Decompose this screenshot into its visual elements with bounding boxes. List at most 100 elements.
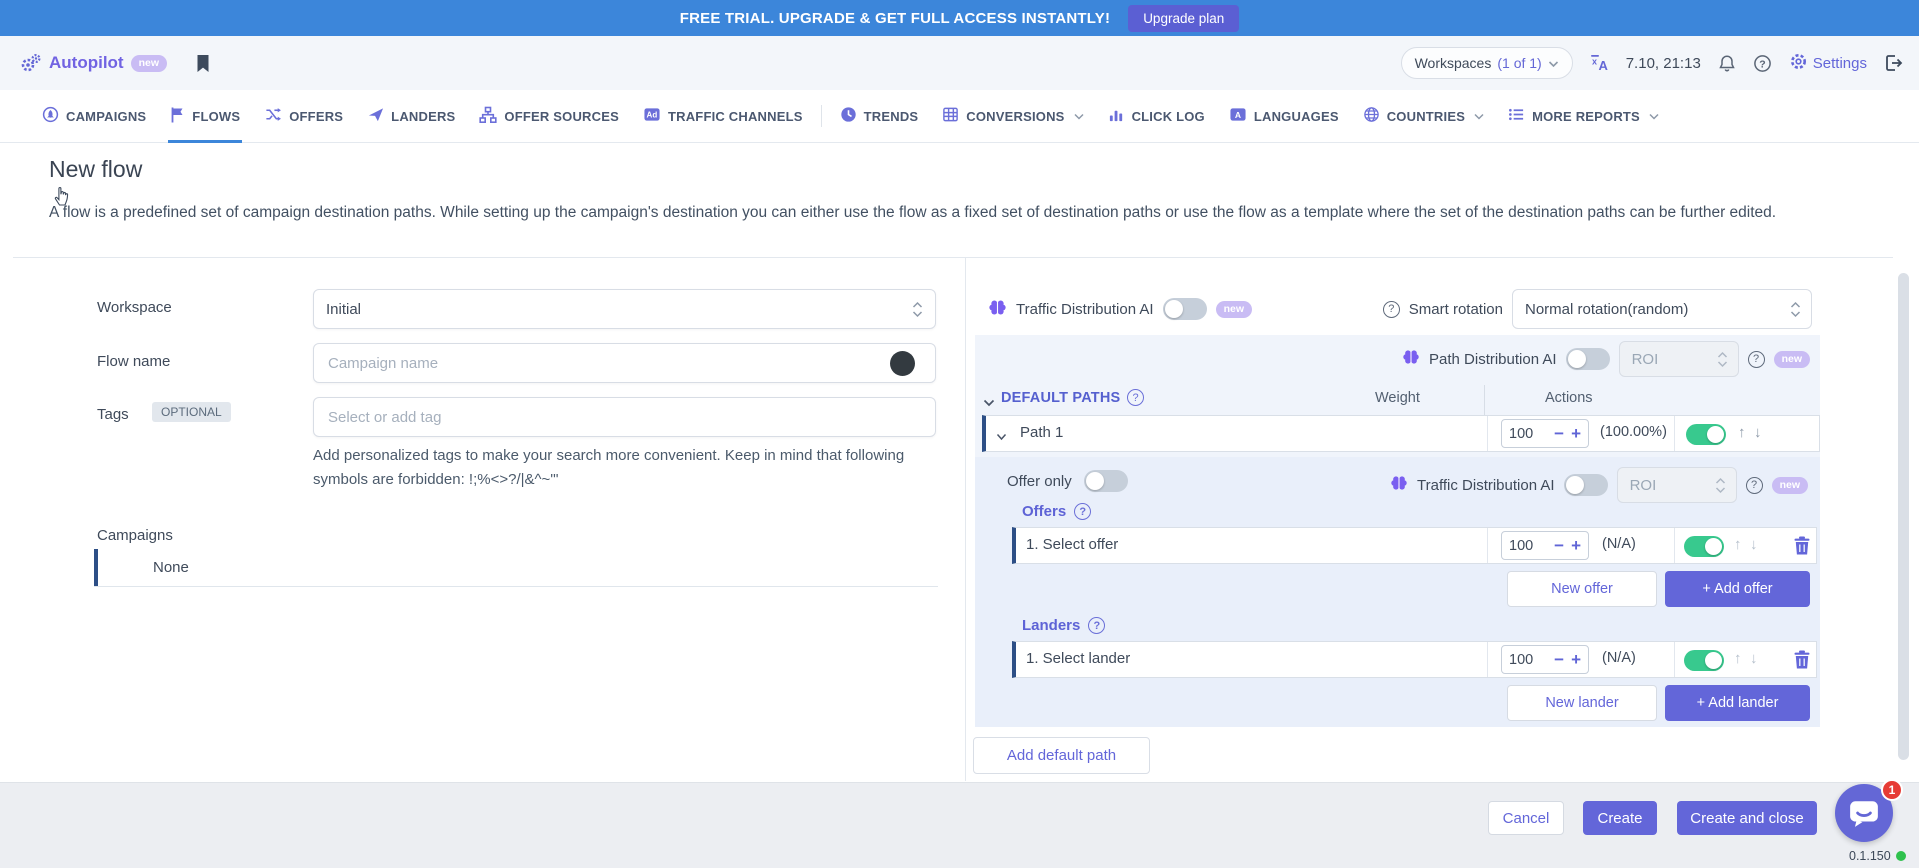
nav-label: LANDERS (391, 109, 455, 124)
arrow-up-icon[interactable]: ↑ (1734, 650, 1742, 667)
nav-conversions[interactable]: CONVERSIONS (930, 90, 1095, 142)
svg-text:A: A (1598, 58, 1608, 72)
minus-icon[interactable]: − (1554, 651, 1564, 668)
notification-badge: 1 (1881, 779, 1903, 801)
question-circle-icon[interactable]: ? (1074, 503, 1091, 520)
chevron-down-icon[interactable] (996, 428, 1007, 446)
toggle-knob (1705, 538, 1722, 555)
nav-traffic-channels[interactable]: Ad TRAFFIC CHANNELS (631, 90, 815, 142)
bar-chart-icon (1108, 106, 1125, 126)
translate-icon[interactable]: xA (1590, 54, 1609, 72)
app-header: Autopilot new Workspaces (1 of 1) xA 7.1… (0, 36, 1919, 90)
flow-name-label: Flow name (97, 353, 170, 370)
nav-trends[interactable]: TRENDS (828, 90, 931, 142)
minus-icon[interactable]: − (1554, 425, 1564, 442)
path-ai-row: Path Distribution AI ROI ? new (1402, 340, 1810, 378)
vertical-scrollbar[interactable] (1898, 273, 1909, 760)
path-row[interactable]: Path 1 100 − + (100.00%) ↑ ↓ (982, 415, 1820, 452)
nav-label: LANGUAGES (1254, 109, 1339, 124)
bookmark-icon[interactable] (195, 54, 211, 73)
add-lander-button[interactable]: + Add lander (1665, 685, 1810, 721)
offer-enabled-toggle[interactable] (1684, 536, 1724, 557)
select-arrows-icon (912, 301, 923, 318)
offer-row[interactable]: 1. Select offer 100 − + (N/A) ↑ ↓ (1012, 527, 1817, 564)
arrow-down-icon[interactable]: ↓ (1750, 536, 1758, 553)
optional-badge: OPTIONAL (152, 402, 231, 422)
ad-icon: Ad (643, 106, 661, 126)
bell-icon[interactable] (1718, 54, 1736, 73)
create-and-close-button[interactable]: Create and close (1677, 801, 1817, 835)
nav-offers[interactable]: OFFERS (252, 90, 355, 142)
create-button[interactable]: Create (1583, 801, 1657, 835)
nav-offer-sources[interactable]: OFFER SOURCES (467, 90, 631, 142)
add-default-path-button[interactable]: Add default path (973, 737, 1150, 774)
nav-more-reports[interactable]: MORE REPORTS (1496, 90, 1671, 142)
chevron-down-icon[interactable] (983, 394, 995, 412)
roi-value: ROI (1632, 351, 1659, 368)
plus-icon[interactable]: + (1571, 651, 1581, 668)
list-icon (1508, 106, 1525, 126)
logout-icon[interactable] (1884, 54, 1903, 72)
nav-languages[interactable]: A LANGUAGES (1217, 90, 1351, 142)
workspace-label: Workspace (97, 299, 172, 316)
lander-row[interactable]: 1. Select lander 100 − + (N/A) ↑ ↓ (1012, 641, 1817, 678)
question-circle-icon[interactable]: ? (1748, 351, 1765, 368)
workspaces-count: (1 of 1) (1497, 55, 1541, 71)
arrow-down-icon[interactable]: ↓ (1754, 424, 1762, 441)
offer-only-group: Offer only (1007, 470, 1128, 492)
weight-value[interactable]: 100 (1509, 652, 1547, 668)
path-enabled-toggle[interactable] (1686, 424, 1726, 445)
plus-icon[interactable]: + (1571, 425, 1581, 442)
traffic-ai-label: Traffic Distribution AI (1417, 477, 1555, 494)
path-ai-toggle[interactable] (1566, 348, 1610, 370)
path-traffic-ai-toggle[interactable] (1564, 474, 1608, 496)
settings-label: Settings (1813, 55, 1867, 72)
paper-plane-icon (367, 106, 384, 126)
question-circle-icon[interactable]: ? (1746, 477, 1763, 494)
sitemap-icon (479, 106, 497, 127)
arrow-down-icon[interactable]: ↓ (1750, 650, 1758, 667)
nav-flows[interactable]: FLOWS (158, 90, 252, 142)
cell-divider (1674, 642, 1675, 677)
toggle-knob (1705, 652, 1722, 669)
weight-value[interactable]: 100 (1509, 538, 1547, 554)
trash-icon[interactable] (1794, 650, 1810, 669)
question-circle-icon[interactable]: ? (1088, 617, 1105, 634)
trash-icon[interactable] (1794, 536, 1810, 555)
question-circle-icon[interactable]: ? (1383, 301, 1400, 318)
flow-name-input[interactable] (326, 354, 923, 373)
traffic-ai-toggle[interactable] (1163, 298, 1207, 320)
campaigns-row: None (94, 549, 938, 587)
workspaces-selector[interactable]: Workspaces (1 of 1) (1401, 47, 1573, 79)
tags-input[interactable] (326, 408, 923, 427)
settings-link[interactable]: Settings (1789, 52, 1867, 75)
help-icon[interactable]: ? (1753, 54, 1772, 73)
upgrade-plan-button[interactable]: Upgrade plan (1128, 5, 1239, 32)
color-dot[interactable] (890, 351, 915, 376)
weight-value[interactable]: 100 (1509, 426, 1547, 442)
new-lander-button[interactable]: New lander (1507, 685, 1657, 721)
add-offer-button[interactable]: + Add offer (1665, 571, 1810, 607)
new-offer-button[interactable]: New offer (1507, 571, 1657, 607)
offer-only-toggle[interactable] (1084, 470, 1128, 492)
smart-rotation-select[interactable]: Normal rotation(random) (1512, 289, 1812, 329)
brand[interactable]: Autopilot new (20, 53, 167, 73)
workspace-select[interactable]: Initial (313, 289, 936, 329)
nav-label: CONVERSIONS (966, 109, 1064, 124)
nav-countries[interactable]: COUNTRIES (1351, 90, 1496, 142)
cancel-button[interactable]: Cancel (1488, 801, 1564, 835)
header-right: Workspaces (1 of 1) xA 7.10, 21:13 ? Set… (1401, 47, 1903, 79)
nav-campaigns[interactable]: CAMPAIGNS (30, 90, 158, 142)
arrow-up-icon[interactable]: ↑ (1734, 536, 1742, 553)
lander-enabled-toggle[interactable] (1684, 650, 1724, 671)
question-circle-icon[interactable]: ? (1127, 389, 1144, 406)
arrow-up-icon[interactable]: ↑ (1738, 424, 1746, 441)
select-arrows-icon (1717, 351, 1728, 368)
smart-rotation-group: ? Smart rotation Normal rotation(random) (1383, 289, 1812, 329)
nav-landers[interactable]: LANDERS (355, 90, 467, 142)
minus-icon[interactable]: − (1554, 537, 1564, 554)
cell-divider (1674, 528, 1675, 563)
nav-click-log[interactable]: CLICK LOG (1096, 90, 1217, 142)
plus-icon[interactable]: + (1571, 537, 1581, 554)
offer-only-label: Offer only (1007, 473, 1072, 490)
